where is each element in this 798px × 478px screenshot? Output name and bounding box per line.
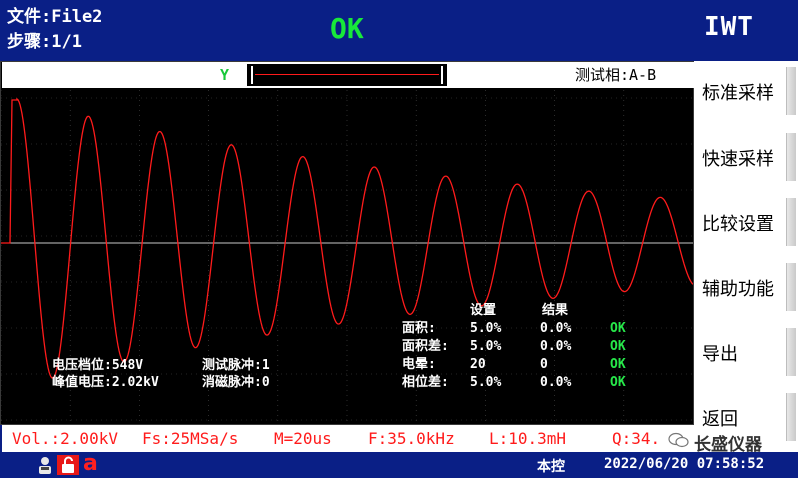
control-mode: 本控 (537, 459, 565, 475)
status-voltage: Vol.:2.00kV (12, 429, 118, 448)
softkey-tab[interactable] (786, 133, 796, 181)
demag-pulse: 消磁脉冲:0 (202, 375, 270, 390)
measurement-status-line: Vol.:2.00kV Fs:25MSa/s M=20us F:35.0kHz … (2, 425, 694, 452)
result-row-name: 面积差: (402, 339, 449, 354)
status-q-factor: Q:34. (612, 429, 661, 448)
status-inductance: L:10.3mH (489, 429, 567, 448)
result-row-setting: 5.0% (470, 339, 502, 354)
result-row-setting: 5.0% (470, 375, 502, 390)
result-row-status: OK (610, 339, 626, 354)
menu-back[interactable]: 返回 (702, 405, 738, 431)
status-timebase: M=20us (274, 429, 332, 448)
file-label: 文件:File2 (7, 7, 103, 27)
overall-status: OK (330, 12, 364, 45)
result-row-name: 相位差: (402, 375, 449, 390)
menu-compare-settings[interactable]: 比较设置 (702, 210, 774, 236)
trace-preview (247, 64, 447, 86)
operator-icon (39, 457, 51, 474)
result-row-name: 面积: (402, 321, 436, 336)
watermark: 长盛仪器 (668, 430, 794, 455)
step-label: 步骤:1/1 (7, 32, 82, 52)
menu-fast-sampling[interactable]: 快速采样 (702, 145, 774, 171)
test-phase: 测试相:A-B (575, 66, 657, 84)
channel-letter: a (83, 451, 98, 476)
result-row-status: OK (610, 375, 626, 390)
unlock-icon (57, 455, 79, 475)
menu-standard-sampling[interactable]: 标准采样 (702, 79, 774, 105)
result-row-setting: 20 (470, 357, 486, 372)
result-row-result: 0.0% (540, 375, 572, 390)
bottom-bar: a 本控 2022/06/20 07:58:52 (0, 452, 798, 478)
result-row-setting: 5.0% (470, 321, 502, 336)
peak-voltage: 峰值电压:2.02kV (52, 375, 159, 390)
scope-header: Y 测试相:A-B (2, 62, 694, 88)
menu-export[interactable]: 导出 (702, 340, 738, 366)
status-frequency: F:35.0kHz (368, 429, 455, 448)
results-header-result: 结果 (542, 303, 569, 318)
result-row-status: OK (610, 321, 626, 336)
status-sample-rate: Fs:25MSa/s (142, 429, 239, 448)
results-header-setting: 设置 (470, 303, 497, 318)
datetime: 2022/06/20 07:58:52 (604, 456, 765, 472)
result-row-result: 0.0% (540, 321, 572, 336)
test-pulse: 测试脉冲:1 (202, 358, 270, 373)
softkey-tab[interactable] (786, 67, 796, 115)
brand-logo: IWT (704, 12, 754, 42)
softkey-menu: 标准采样 快速采样 比较设置 辅助功能 导出 返回 (694, 61, 798, 452)
channel-label: Y (220, 66, 230, 84)
result-row-result: 0.0% (540, 339, 572, 354)
voltage-gear: 电压档位:548V (52, 358, 144, 373)
wechat-icon (668, 432, 689, 448)
softkey-tab[interactable] (786, 328, 796, 376)
result-row-status: OK (610, 357, 626, 372)
softkey-tab[interactable] (786, 198, 796, 246)
result-row-name: 电晕: (402, 357, 436, 372)
menu-aux-functions[interactable]: 辅助功能 (702, 275, 774, 301)
softkey-tab[interactable] (786, 263, 796, 311)
result-row-result: 0 (540, 357, 548, 372)
